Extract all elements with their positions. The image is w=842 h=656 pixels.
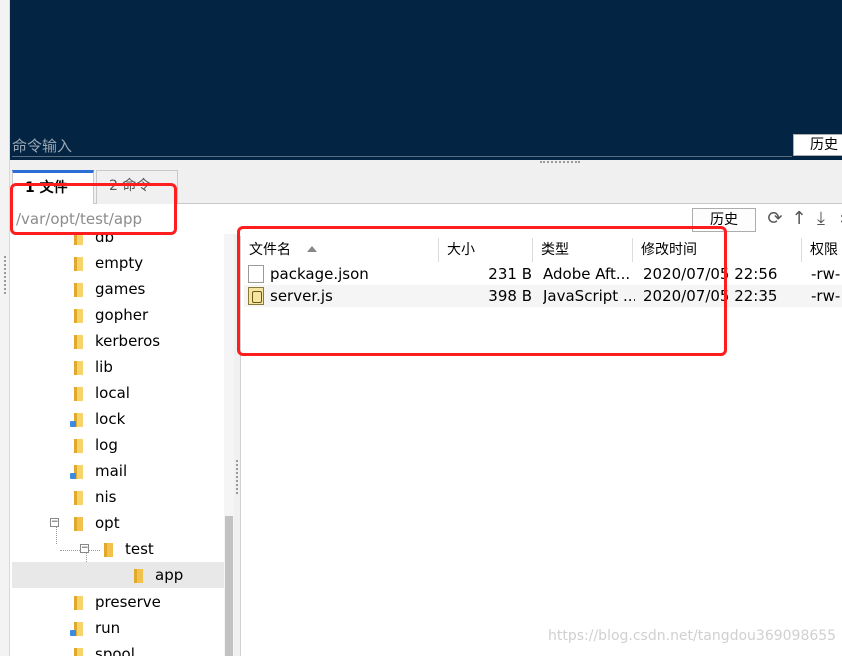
tree-item[interactable]: games bbox=[12, 276, 224, 302]
open-folder-icon bbox=[104, 543, 113, 557]
folder-icon bbox=[74, 439, 83, 453]
tree-item[interactable]: local bbox=[12, 380, 224, 406]
folder-icon bbox=[74, 257, 83, 271]
tree-item[interactable]: db bbox=[12, 234, 224, 250]
tree-item[interactable]: gopher bbox=[12, 302, 224, 328]
directory-tree[interactable]: db empty games gopher kerberos lib local… bbox=[12, 234, 234, 656]
tree-item[interactable]: lock bbox=[12, 406, 224, 432]
background-window-edge bbox=[0, 0, 10, 656]
folder-icon bbox=[74, 361, 83, 375]
folder-icon bbox=[74, 387, 83, 401]
collapse-toggle[interactable]: − bbox=[80, 544, 89, 553]
tree-item[interactable]: lib bbox=[12, 354, 224, 380]
folder-icon bbox=[74, 309, 83, 323]
tree-item[interactable]: kerberos bbox=[12, 328, 224, 354]
folder-icon bbox=[74, 234, 83, 245]
tree-item[interactable]: nis bbox=[12, 484, 224, 510]
horizontal-splitter[interactable] bbox=[10, 160, 842, 168]
open-folder-icon bbox=[74, 517, 83, 531]
folder-icon bbox=[74, 283, 83, 297]
download-icon[interactable]: ⤓ bbox=[810, 208, 832, 230]
command-history-button[interactable]: 历史 bbox=[793, 134, 842, 156]
folder-icon bbox=[74, 335, 83, 349]
refresh-icon[interactable]: ⟳ bbox=[764, 208, 786, 230]
tree-item[interactable]: run bbox=[12, 615, 224, 641]
tree-item[interactable]: − test bbox=[12, 536, 224, 562]
command-input[interactable]: 命令输入 bbox=[12, 136, 792, 157]
symlink-icon bbox=[70, 421, 76, 427]
folder-icon bbox=[74, 596, 83, 610]
watermark: https://blog.csdn.net/tangdou369098655 bbox=[548, 628, 837, 644]
tree-item[interactable]: − opt bbox=[12, 510, 224, 536]
column-header-permissions[interactable]: 权限 bbox=[802, 238, 842, 262]
tree-item[interactable]: empty bbox=[12, 250, 224, 276]
symlink-icon bbox=[70, 473, 76, 479]
tree-item-selected[interactable]: app bbox=[12, 562, 224, 588]
tree-scrollbar-thumb[interactable] bbox=[225, 516, 233, 656]
splitter-grip bbox=[540, 161, 580, 167]
folder-icon bbox=[74, 491, 83, 505]
tree-item[interactable]: preserve bbox=[12, 589, 224, 615]
tree-item[interactable]: log bbox=[12, 432, 224, 458]
left-grip bbox=[4, 256, 8, 294]
tree-item[interactable]: mail bbox=[12, 458, 224, 484]
annotation-box-path bbox=[10, 183, 177, 235]
more-icon[interactable]: › bbox=[832, 208, 842, 230]
open-folder-icon bbox=[134, 569, 143, 583]
annotation-box-files bbox=[237, 226, 727, 356]
tree-item[interactable]: spool bbox=[12, 641, 224, 656]
folder-icon bbox=[74, 648, 83, 656]
upload-icon[interactable]: ↑ bbox=[788, 208, 810, 230]
collapse-toggle[interactable]: − bbox=[50, 518, 59, 527]
symlink-icon bbox=[70, 630, 76, 636]
